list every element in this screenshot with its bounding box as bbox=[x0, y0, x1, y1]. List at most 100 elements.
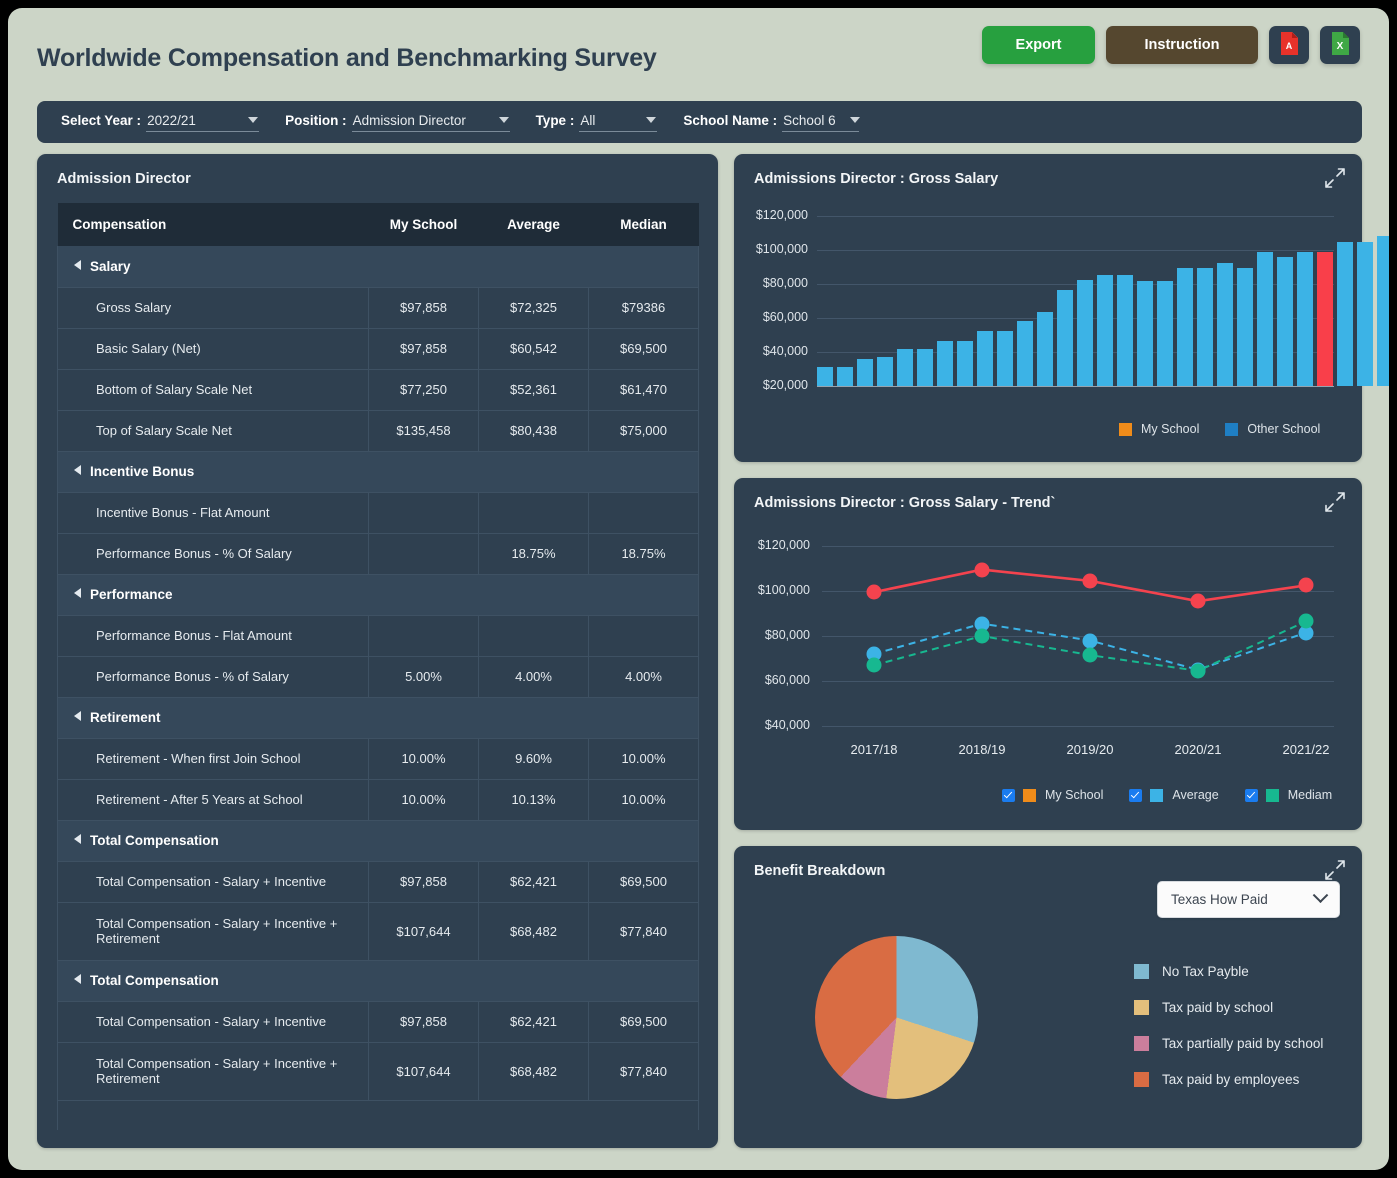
pdf-export-button[interactable]: A bbox=[1269, 26, 1309, 64]
trend-data-point[interactable] bbox=[974, 562, 990, 578]
legend-swatch bbox=[1134, 1000, 1149, 1015]
benefit-breakdown-panel: Benefit Breakdown Texas How Paid No Tax … bbox=[734, 846, 1362, 1148]
export-button[interactable]: Export bbox=[982, 26, 1095, 64]
trend-legend-item[interactable]: Average bbox=[1129, 788, 1219, 802]
chevron-down-icon bbox=[248, 117, 259, 123]
bar-other-school[interactable] bbox=[1017, 320, 1033, 386]
bar-other-school[interactable] bbox=[997, 330, 1013, 386]
bar-other-school[interactable] bbox=[857, 358, 873, 386]
group-label-text: Incentive Bonus bbox=[90, 464, 195, 479]
trend-data-point[interactable] bbox=[1082, 633, 1098, 648]
expand-arrows-icon[interactable] bbox=[1325, 492, 1345, 512]
bar-other-school[interactable] bbox=[1277, 256, 1293, 386]
table-group-row[interactable]: Retirement bbox=[57, 697, 699, 739]
filter-school-name: School Name : School 6 bbox=[683, 112, 860, 132]
spacer-cell bbox=[57, 1100, 699, 1130]
group-label-text: Total Compensation bbox=[90, 973, 219, 988]
trend-legend-item[interactable]: My School bbox=[1002, 788, 1103, 802]
bar-other-school[interactable] bbox=[1237, 267, 1253, 386]
bar-other-school[interactable] bbox=[917, 348, 933, 386]
table-group-row[interactable]: Performance bbox=[57, 574, 699, 616]
position-dropdown[interactable]: Admission Director bbox=[351, 112, 510, 132]
expand-arrows-icon[interactable] bbox=[1325, 168, 1345, 188]
cell-median: $69,500 bbox=[588, 861, 699, 903]
bar-other-school[interactable] bbox=[1297, 251, 1313, 386]
trend-data-point[interactable] bbox=[1190, 593, 1206, 609]
bar-other-school[interactable] bbox=[937, 340, 953, 386]
school-dropdown[interactable]: School 6 bbox=[782, 113, 860, 132]
bar-other-school[interactable] bbox=[1177, 267, 1193, 386]
bar-other-school[interactable] bbox=[977, 330, 993, 386]
pie-legend-item[interactable]: No Tax Payble bbox=[1134, 964, 1323, 979]
trend-data-point[interactable] bbox=[1082, 647, 1098, 663]
trend-data-point[interactable] bbox=[1190, 663, 1206, 679]
bar-chart-plot: $120,000 $100,000 $80,000 $60,000 $40,000 $20… bbox=[734, 204, 1389, 414]
filter-label-school: School Name : bbox=[683, 112, 778, 128]
legend-swatch bbox=[1023, 788, 1036, 802]
instruction-button[interactable]: Instruction bbox=[1106, 26, 1258, 64]
cell-average: $80,438 bbox=[478, 410, 589, 452]
bar-other-school[interactable] bbox=[1217, 262, 1233, 386]
collapse-triangle-icon bbox=[74, 259, 81, 270]
bar-y-axis-tick: $100,000 bbox=[755, 242, 808, 256]
bar-other-school[interactable] bbox=[1197, 267, 1213, 386]
bar-other-school[interactable] bbox=[1077, 279, 1093, 386]
year-dropdown[interactable]: 2022/21 bbox=[146, 113, 260, 132]
trend-data-point[interactable] bbox=[1082, 573, 1098, 589]
legend-label: Tax paid by school bbox=[1162, 1000, 1274, 1015]
bar-other-school[interactable] bbox=[1137, 280, 1153, 386]
bar-other-school[interactable] bbox=[1337, 242, 1353, 386]
bar-other-school[interactable] bbox=[1097, 274, 1113, 386]
group-label: Total Compensation bbox=[57, 820, 699, 862]
bar-other-school[interactable] bbox=[1357, 242, 1373, 386]
trend-data-point[interactable] bbox=[1298, 577, 1314, 593]
pie-legend-item[interactable]: Tax partially paid by school bbox=[1134, 1036, 1323, 1051]
bar-other-school[interactable] bbox=[1377, 235, 1389, 386]
group-label: Salary bbox=[57, 246, 699, 288]
cell-average: 9.60% bbox=[478, 738, 589, 780]
table-group-row[interactable]: Incentive Bonus bbox=[57, 451, 699, 493]
bar-my-school[interactable] bbox=[1317, 252, 1333, 386]
bar-legend-item[interactable]: Other School bbox=[1225, 422, 1320, 436]
pie-legend-item[interactable]: Tax paid by school bbox=[1134, 1000, 1323, 1015]
bar-other-school[interactable] bbox=[1157, 280, 1173, 386]
table-group-row[interactable]: Total Compensation bbox=[57, 960, 699, 1002]
legend-checkbox[interactable] bbox=[1002, 788, 1015, 802]
line-chart-title: Admissions Director : Gross Salary - Tre… bbox=[754, 495, 1056, 511]
bar-y-axis-tick: $120,000 bbox=[755, 208, 808, 222]
bar-other-school[interactable] bbox=[957, 340, 973, 386]
legend-checkbox[interactable] bbox=[1129, 788, 1143, 802]
bar-other-school[interactable] bbox=[817, 367, 833, 386]
benefit-category-dropdown[interactable]: Texas How Paid bbox=[1157, 881, 1340, 918]
bar-other-school[interactable] bbox=[1037, 312, 1053, 386]
trend-data-point[interactable] bbox=[1298, 613, 1314, 629]
pie-legend-item[interactable]: Tax paid by employees bbox=[1134, 1072, 1323, 1087]
legend-checkbox[interactable] bbox=[1244, 788, 1258, 802]
table-group-row[interactable]: Total Compensation bbox=[57, 820, 699, 862]
trend-data-point[interactable] bbox=[866, 657, 882, 673]
group-label-text: Salary bbox=[90, 258, 131, 274]
bar-other-school[interactable] bbox=[897, 348, 913, 386]
gross-salary-trend-panel: Admissions Director : Gross Salary - Tre… bbox=[734, 478, 1362, 830]
excel-export-button[interactable]: X bbox=[1320, 26, 1360, 64]
table-row: Performance Bonus - % Of Salary 18.75% 18.… bbox=[57, 533, 699, 575]
bar-other-school[interactable] bbox=[1257, 251, 1273, 386]
row-label: Performance Bonus - Flat Amount bbox=[57, 615, 369, 657]
bar-other-school[interactable] bbox=[1117, 274, 1133, 386]
column-header-compensation: Compensation bbox=[57, 203, 369, 246]
table-row: Gross Salary $97,858 $72,325 $79386 bbox=[57, 287, 699, 329]
trend-data-point[interactable] bbox=[974, 628, 990, 644]
position-dropdown-value: Admission Director bbox=[352, 112, 466, 128]
bar-other-school[interactable] bbox=[1057, 289, 1073, 386]
row-label: Performance Bonus - % of Salary bbox=[57, 656, 369, 698]
bar-other-school[interactable] bbox=[877, 357, 893, 386]
bar-other-school[interactable] bbox=[837, 367, 853, 386]
pdf-file-icon: A bbox=[1279, 32, 1299, 58]
table-group-row[interactable]: Salary bbox=[57, 246, 699, 288]
trend-legend-item[interactable]: Mediam bbox=[1244, 788, 1332, 802]
expand-arrows-icon[interactable] bbox=[1325, 860, 1345, 880]
bar-legend-item[interactable]: My School bbox=[1119, 422, 1199, 436]
legend-swatch bbox=[1225, 422, 1239, 436]
trend-data-point[interactable] bbox=[866, 584, 882, 600]
type-dropdown[interactable]: All bbox=[579, 113, 658, 132]
